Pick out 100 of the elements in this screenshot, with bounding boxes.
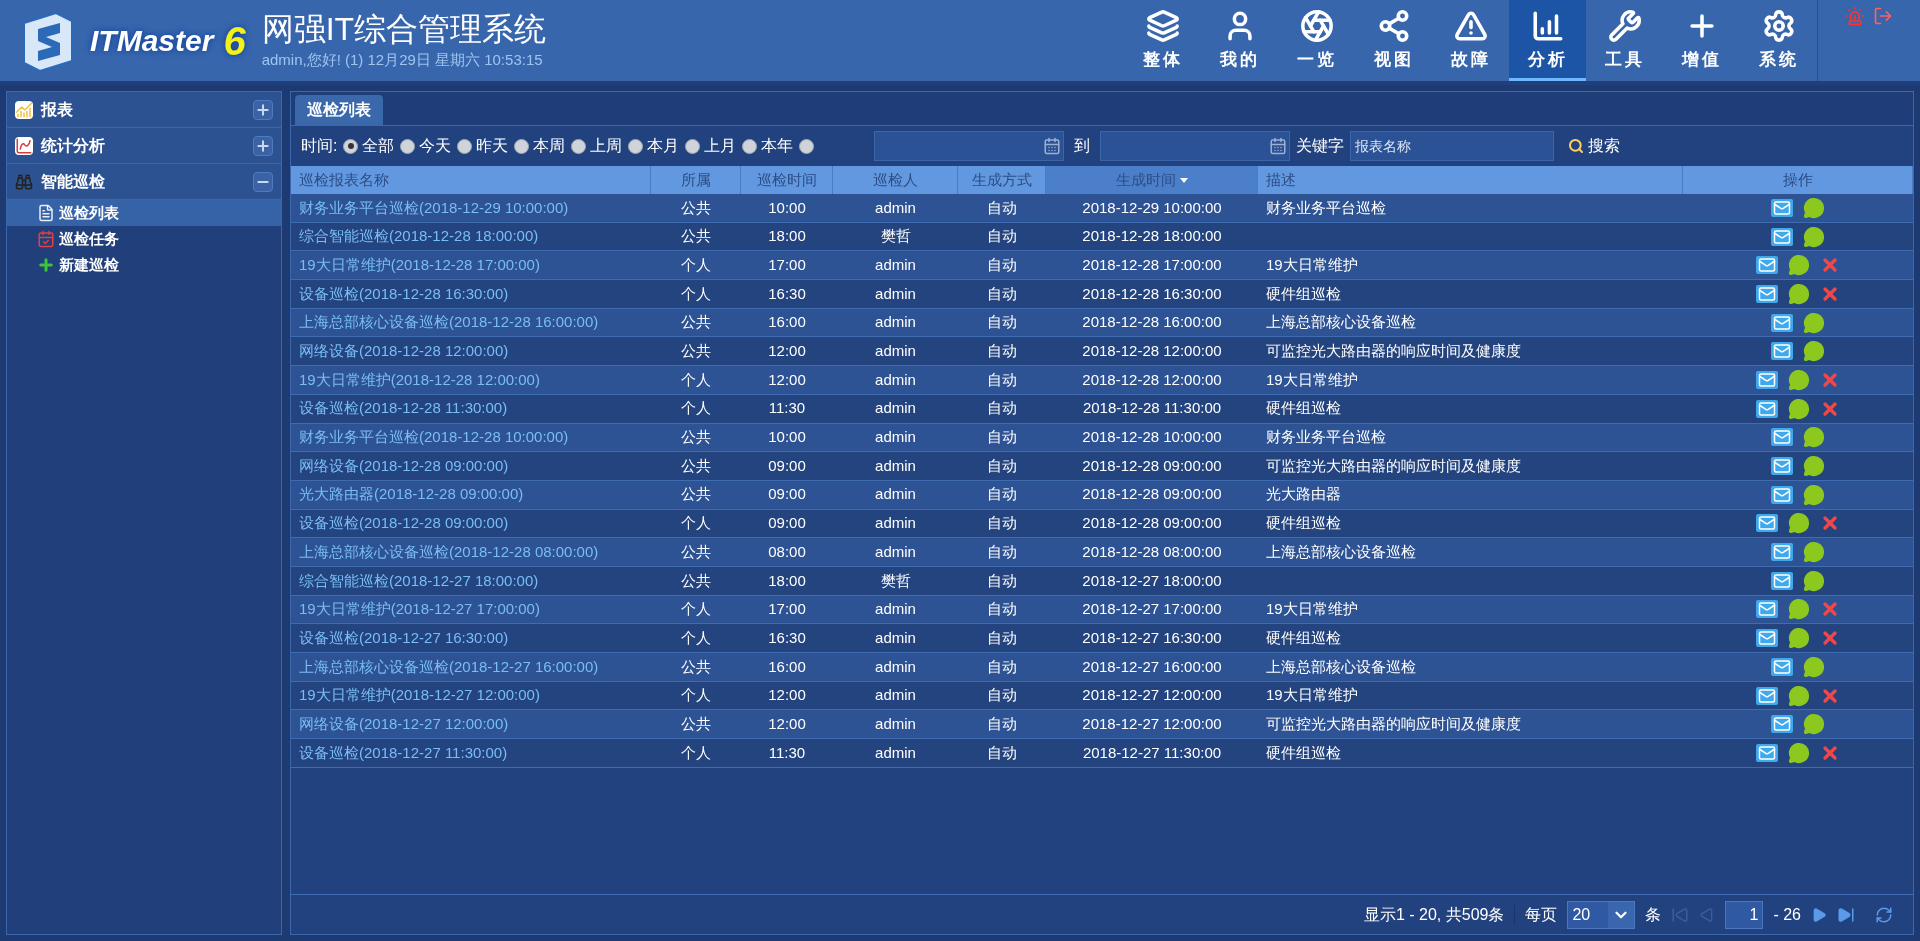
sidebar-item[interactable]: 新建巡检 [7, 252, 281, 278]
table-row[interactable]: 光大路由器(2018-12-28 09:00:00) 公共 09:00 admin 自动 2018-12-28 09:00:00 光大路由器 [291, 480, 1913, 510]
mail-icon[interactable] [1756, 629, 1778, 648]
table-row[interactable]: 上海总部核心设备巡检(2018-12-28 08:00:00) 公共 08:00 admin 自动 2018-12-28 08:00:00 上海总部核心设备巡检 [291, 538, 1913, 567]
chat-icon[interactable] [1788, 627, 1810, 650]
chat-icon[interactable] [1803, 713, 1825, 736]
chat-icon[interactable] [1788, 282, 1810, 305]
nav-tab[interactable]: 我的 [1201, 0, 1278, 81]
chat-icon[interactable] [1788, 512, 1810, 535]
table-row[interactable]: 上海总部核心设备巡检(2018-12-28 16:00:00) 公共 16:00 admin 自动 2018-12-28 16:00:00 上海总部核心设备巡检 [291, 308, 1913, 338]
mail-icon[interactable] [1771, 485, 1793, 504]
chat-icon[interactable] [1803, 340, 1825, 363]
nav-tab[interactable]: 系统 [1740, 0, 1817, 81]
report-link[interactable]: 设备巡检(2018-12-27 16:30:00) [299, 626, 509, 650]
mail-icon[interactable] [1756, 686, 1778, 705]
next-page-icon[interactable] [1811, 906, 1827, 923]
chat-icon[interactable] [1788, 684, 1810, 707]
report-link[interactable]: 设备巡检(2018-12-28 16:30:00) [299, 282, 509, 306]
radio-button[interactable] [343, 138, 359, 154]
expand-icon[interactable] [253, 135, 273, 156]
report-link[interactable]: 19大日常维护(2018-12-27 12:00:00) [299, 684, 540, 707]
nav-tab[interactable]: 故障 [1432, 0, 1509, 81]
table-row[interactable]: 19大日常维护(2018-12-28 17:00:00) 个人 17:00 admin 自动 2018-12-28 17:00:00 19大日常维护 [291, 251, 1913, 281]
nav-tab[interactable]: 分析 [1509, 0, 1586, 81]
chat-icon[interactable] [1803, 426, 1825, 449]
nav-tab[interactable]: 增值 [1663, 0, 1740, 81]
mail-icon[interactable] [1756, 399, 1778, 418]
radio-button[interactable] [514, 138, 530, 154]
radio-button[interactable] [628, 138, 644, 154]
chat-icon[interactable] [1803, 483, 1825, 506]
report-link[interactable]: 19大日常维护(2018-12-28 12:00:00) [299, 368, 540, 392]
table-row[interactable]: 财务业务平台巡检(2018-12-29 10:00:00) 公共 10:00 admin 自动 2018-12-29 10:00:00 财务业务平台巡检 [291, 194, 1913, 223]
report-link[interactable]: 财务业务平台巡检(2018-12-28 10:00:00) [299, 426, 569, 449]
sidebar-item[interactable]: 巡检列表 [7, 200, 281, 226]
radio-button[interactable] [571, 138, 587, 154]
nav-tab[interactable]: 视图 [1355, 0, 1432, 81]
table-row[interactable]: 19大日常维护(2018-12-28 12:00:00) 个人 12:00 admin 自动 2018-12-28 12:00:00 19大日常维护 [291, 366, 1913, 395]
per-page-select[interactable]: 20 [1567, 900, 1636, 929]
report-link[interactable]: 网络设备(2018-12-28 12:00:00) [299, 340, 509, 363]
mail-icon[interactable] [1771, 715, 1793, 734]
mail-icon[interactable] [1756, 284, 1778, 303]
mail-icon[interactable] [1771, 198, 1793, 217]
table-row[interactable]: 网络设备(2018-12-27 12:00:00) 公共 12:00 admin 自动 2018-12-27 12:00:00 可监控光大路由器的响应时间及健康度 [291, 710, 1913, 740]
mail-icon[interactable] [1771, 428, 1793, 447]
mail-icon[interactable] [1771, 313, 1793, 332]
chat-icon[interactable] [1803, 225, 1825, 248]
report-link[interactable]: 综合智能巡检(2018-12-28 18:00:00) [299, 225, 539, 248]
radio-button[interactable] [400, 138, 416, 154]
radio-button[interactable] [742, 138, 758, 154]
tab[interactable]: 巡检列表 [295, 95, 383, 125]
last-page-icon[interactable] [1837, 905, 1855, 924]
sidebar-section[interactable]: 统计分析 [7, 128, 281, 164]
nav-tab[interactable]: 工具 [1586, 0, 1663, 81]
mail-icon[interactable] [1771, 227, 1793, 246]
report-link[interactable]: 19大日常维护(2018-12-28 17:00:00) [299, 253, 540, 277]
sidebar-section[interactable]: 报表 [7, 92, 281, 128]
mail-icon[interactable] [1756, 743, 1778, 762]
table-row[interactable]: 19大日常维护(2018-12-27 17:00:00) 个人 17:00 admin 自动 2018-12-27 17:00:00 19大日常维护 [291, 595, 1913, 625]
mail-icon[interactable] [1756, 514, 1778, 533]
mail-icon[interactable] [1771, 543, 1793, 562]
table-row[interactable]: 上海总部核心设备巡检(2018-12-27 16:00:00) 公共 16:00 admin 自动 2018-12-27 16:00:00 上海总部核心设备巡检 [291, 653, 1913, 682]
mail-icon[interactable] [1756, 600, 1778, 619]
report-link[interactable]: 网络设备(2018-12-27 12:00:00) [299, 712, 509, 736]
chat-icon[interactable] [1788, 368, 1810, 391]
mail-icon[interactable] [1771, 457, 1793, 476]
radio-button[interactable] [457, 138, 473, 154]
report-link[interactable]: 上海总部核心设备巡检(2018-12-27 16:00:00) [299, 655, 599, 679]
chat-icon[interactable] [1788, 598, 1810, 621]
refresh-icon[interactable] [1875, 905, 1893, 924]
report-link[interactable]: 光大路由器(2018-12-28 09:00:00) [299, 483, 524, 506]
chat-icon[interactable] [1788, 397, 1810, 420]
report-link[interactable]: 财务业务平台巡检(2018-12-29 10:00:00) [299, 196, 569, 220]
nav-tab[interactable]: 整体 [1124, 0, 1201, 81]
report-link[interactable]: 上海总部核心设备巡检(2018-12-28 16:00:00) [299, 311, 599, 334]
page-field[interactable]: 1 [1725, 900, 1764, 929]
sidebar-section[interactable]: 智能巡检 [7, 164, 281, 200]
date-field[interactable] [874, 131, 1065, 161]
chat-icon[interactable] [1803, 569, 1825, 592]
chat-icon[interactable] [1803, 311, 1825, 334]
search-button[interactable]: 搜索 [1568, 134, 1621, 158]
radio-button[interactable] [799, 138, 815, 154]
report-link[interactable]: 综合智能巡检(2018-12-27 18:00:00) [299, 569, 539, 593]
calendar-icon[interactable] [1043, 137, 1062, 155]
chat-icon[interactable] [1803, 196, 1825, 219]
mail-icon[interactable] [1771, 571, 1793, 590]
mail-icon[interactable] [1771, 657, 1793, 676]
report-link[interactable]: 网络设备(2018-12-28 09:00:00) [299, 454, 509, 478]
chat-icon[interactable] [1788, 741, 1810, 764]
date-field[interactable] [1100, 131, 1291, 161]
collapse-icon[interactable] [253, 171, 273, 192]
chat-icon[interactable] [1803, 541, 1825, 564]
keyword-field[interactable]: 报表名称 [1350, 131, 1555, 161]
chat-icon[interactable] [1803, 655, 1825, 678]
radio-button[interactable] [685, 138, 701, 154]
chat-icon[interactable] [1803, 455, 1825, 478]
mail-icon[interactable] [1756, 370, 1778, 389]
mail-icon[interactable] [1756, 256, 1778, 275]
report-link[interactable]: 设备巡检(2018-12-28 11:30:00) [299, 397, 508, 420]
report-link[interactable]: 上海总部核心设备巡检(2018-12-28 08:00:00) [299, 540, 599, 564]
expand-icon[interactable] [253, 99, 273, 120]
